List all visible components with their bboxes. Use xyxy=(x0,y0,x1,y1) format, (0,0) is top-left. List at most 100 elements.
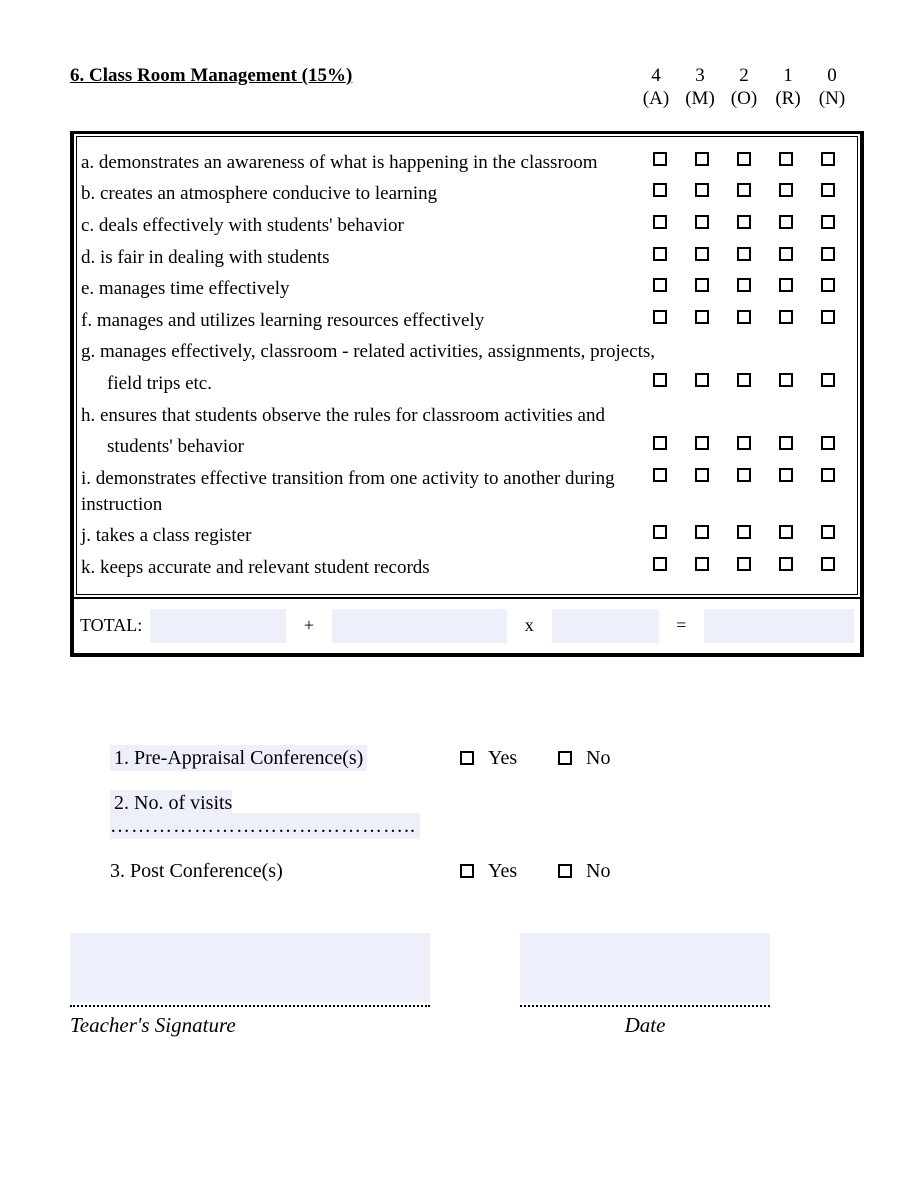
item-k: k. keeps accurate and relevant student r… xyxy=(81,552,851,584)
scale-0-num: 0 xyxy=(810,65,854,88)
yes-label: Yes xyxy=(488,860,544,883)
checkbox-icon[interactable] xyxy=(821,247,835,261)
total-field-result[interactable] xyxy=(704,609,854,643)
checkbox-icon[interactable] xyxy=(821,278,835,292)
date-label: Date xyxy=(520,1013,770,1038)
checkbox-icon[interactable] xyxy=(558,864,572,878)
checkbox-icon[interactable] xyxy=(821,215,835,229)
checkbox-icon[interactable] xyxy=(695,152,709,166)
checkbox-icon[interactable] xyxy=(558,751,572,765)
item-k-text: k. keeps accurate and relevant student r… xyxy=(81,555,639,581)
item-g-line1: g. manages effectively, classroom - rela… xyxy=(81,336,851,368)
checkbox-icon[interactable] xyxy=(653,183,667,197)
checkbox-icon[interactable] xyxy=(779,247,793,261)
checkbox-icon[interactable] xyxy=(737,373,751,387)
item-b: b. creates an atmosphere conducive to le… xyxy=(81,178,851,210)
checkbox-icon[interactable] xyxy=(821,373,835,387)
item-b-text: b. creates an atmosphere conducive to le… xyxy=(81,181,639,207)
item-j-text: j. takes a class register xyxy=(81,523,639,549)
checkbox-icon[interactable] xyxy=(779,436,793,450)
checkbox-icon[interactable] xyxy=(653,278,667,292)
checkbox-icon[interactable] xyxy=(737,525,751,539)
scale-1-let: (R) xyxy=(766,88,810,111)
no-label: No xyxy=(586,860,642,883)
checkbox-icon[interactable] xyxy=(653,310,667,324)
teacher-signature-block: Teacher's Signature xyxy=(70,933,430,1038)
checkbox-icon[interactable] xyxy=(821,310,835,324)
scale-3-let: (M) xyxy=(678,88,722,111)
scale-2-num: 2 xyxy=(722,65,766,88)
checkbox-icon[interactable] xyxy=(779,310,793,324)
item-a-text: a. demonstrates an awareness of what is … xyxy=(81,150,639,176)
checkbox-icon[interactable] xyxy=(695,310,709,324)
checkbox-icon[interactable] xyxy=(737,247,751,261)
checkbox-icon[interactable] xyxy=(653,247,667,261)
teacher-signature-field[interactable] xyxy=(70,933,430,1003)
checkbox-icon[interactable] xyxy=(779,468,793,482)
checkbox-icon[interactable] xyxy=(653,557,667,571)
item-h-line2: students' behavior xyxy=(81,431,851,463)
checkbox-icon[interactable] xyxy=(779,215,793,229)
checkbox-icon[interactable] xyxy=(779,557,793,571)
scale-3-num: 3 xyxy=(678,65,722,88)
checkbox-icon[interactable] xyxy=(821,525,835,539)
checkbox-icon[interactable] xyxy=(695,436,709,450)
checkbox-icon[interactable] xyxy=(779,278,793,292)
checkbox-icon[interactable] xyxy=(737,310,751,324)
checkbox-icon[interactable] xyxy=(779,373,793,387)
total-field-1[interactable] xyxy=(150,609,286,643)
checkbox-icon[interactable] xyxy=(821,468,835,482)
scale-2-let: (O) xyxy=(722,88,766,111)
item-e-text: e. manages time effectively xyxy=(81,276,639,302)
question-2: 2. No. of visits …………………………………….. xyxy=(110,792,864,838)
checkbox-icon[interactable] xyxy=(737,557,751,571)
checkbox-icon[interactable] xyxy=(695,468,709,482)
item-e: e. manages time effectively xyxy=(81,273,851,305)
checkbox-icon[interactable] xyxy=(821,183,835,197)
checkbox-icon[interactable] xyxy=(695,215,709,229)
date-block: Date xyxy=(520,933,770,1038)
checkbox-icon[interactable] xyxy=(695,525,709,539)
item-h-text1: h. ensures that students observe the rul… xyxy=(81,403,851,429)
checkbox-icon[interactable] xyxy=(737,215,751,229)
checkbox-icon[interactable] xyxy=(737,152,751,166)
checkbox-icon[interactable] xyxy=(695,183,709,197)
checkbox-icon[interactable] xyxy=(653,152,667,166)
checkbox-icon[interactable] xyxy=(779,152,793,166)
yes-label: Yes xyxy=(488,747,544,770)
date-field[interactable] xyxy=(520,933,770,1003)
checkbox-icon[interactable] xyxy=(821,152,835,166)
checkbox-icon[interactable] xyxy=(695,373,709,387)
total-field-3[interactable] xyxy=(552,609,659,643)
checkbox-icon[interactable] xyxy=(779,183,793,197)
times-operator: x xyxy=(515,615,544,636)
checkbox-icon[interactable] xyxy=(779,525,793,539)
checkbox-icon[interactable] xyxy=(653,525,667,539)
checkbox-icon[interactable] xyxy=(821,436,835,450)
question-3: 3. Post Conference(s) Yes No xyxy=(110,860,864,883)
checkbox-icon[interactable] xyxy=(737,468,751,482)
checkbox-icon[interactable] xyxy=(695,278,709,292)
item-c: c. deals effectively with students' beha… xyxy=(81,210,851,242)
item-a: a. demonstrates an awareness of what is … xyxy=(81,147,851,179)
checkbox-icon[interactable] xyxy=(821,557,835,571)
total-field-2[interactable] xyxy=(332,609,507,643)
checkbox-icon[interactable] xyxy=(653,215,667,229)
checkbox-icon[interactable] xyxy=(695,247,709,261)
checkbox-icon[interactable] xyxy=(460,751,474,765)
checkbox-icon[interactable] xyxy=(737,278,751,292)
q2-label: 2. No. of visits xyxy=(114,792,232,814)
checkbox-icon[interactable] xyxy=(737,436,751,450)
item-i: i. demonstrates effective transition fro… xyxy=(81,463,851,520)
checkbox-icon[interactable] xyxy=(460,864,474,878)
q1-label: 1. Pre-Appraisal Conference(s) xyxy=(110,745,367,771)
checkbox-icon[interactable] xyxy=(695,557,709,571)
q2-fill-line[interactable]: …………………………………….. xyxy=(110,815,416,837)
checkbox-icon[interactable] xyxy=(653,436,667,450)
teacher-signature-label: Teacher's Signature xyxy=(70,1013,430,1038)
checkbox-icon[interactable] xyxy=(653,468,667,482)
scale-4-let: (A) xyxy=(634,88,678,111)
checkbox-icon[interactable] xyxy=(737,183,751,197)
checkbox-icon[interactable] xyxy=(653,373,667,387)
item-h-text2: students' behavior xyxy=(81,434,244,460)
